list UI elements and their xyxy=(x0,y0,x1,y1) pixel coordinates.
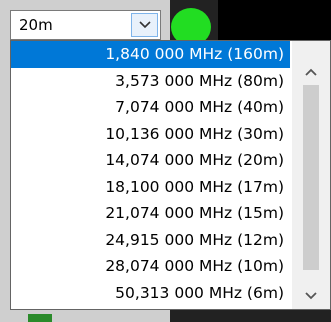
list-item[interactable]: 10,136 000 MHz (30m) xyxy=(11,121,290,148)
list-item[interactable]: 7,074 000 MHz (40m) xyxy=(11,94,290,121)
list-item[interactable]: 50,313 000 MHz (6m) xyxy=(11,280,290,307)
app-status-strip xyxy=(28,314,52,322)
chevron-down-icon xyxy=(138,21,151,29)
list-item[interactable]: 24,915 000 MHz (12m) xyxy=(11,227,290,254)
list-item[interactable]: 14,074 000 MHz (20m) xyxy=(11,147,290,174)
list-item[interactable]: 28,074 000 MHz (10m) xyxy=(11,253,290,280)
scroll-down-icon xyxy=(305,292,317,300)
list-item[interactable]: 1,840 000 MHz (160m) xyxy=(11,41,290,68)
band-select[interactable]: 20m xyxy=(10,10,161,40)
scroll-up-icon xyxy=(305,68,317,76)
dropdown-button[interactable] xyxy=(131,13,158,37)
scroll-down-button[interactable] xyxy=(292,285,330,307)
list-scrollbar[interactable] xyxy=(292,41,330,309)
band-list: 1,840 000 MHz (160m) 3,573 000 MHz (80m)… xyxy=(11,41,290,306)
list-item[interactable]: 3,573 000 MHz (80m) xyxy=(11,68,290,95)
frequency-display-area xyxy=(218,0,331,40)
scroll-up-button[interactable] xyxy=(292,61,330,83)
band-dropdown-list[interactable]: 1,840 000 MHz (160m) 3,573 000 MHz (80m)… xyxy=(10,40,331,310)
list-item[interactable]: 18,100 000 MHz (17m) xyxy=(11,174,290,201)
band-select-value: 20m xyxy=(19,16,53,34)
scroll-thumb[interactable] xyxy=(303,85,319,270)
list-item[interactable]: 21,074 000 MHz (15m) xyxy=(11,200,290,227)
